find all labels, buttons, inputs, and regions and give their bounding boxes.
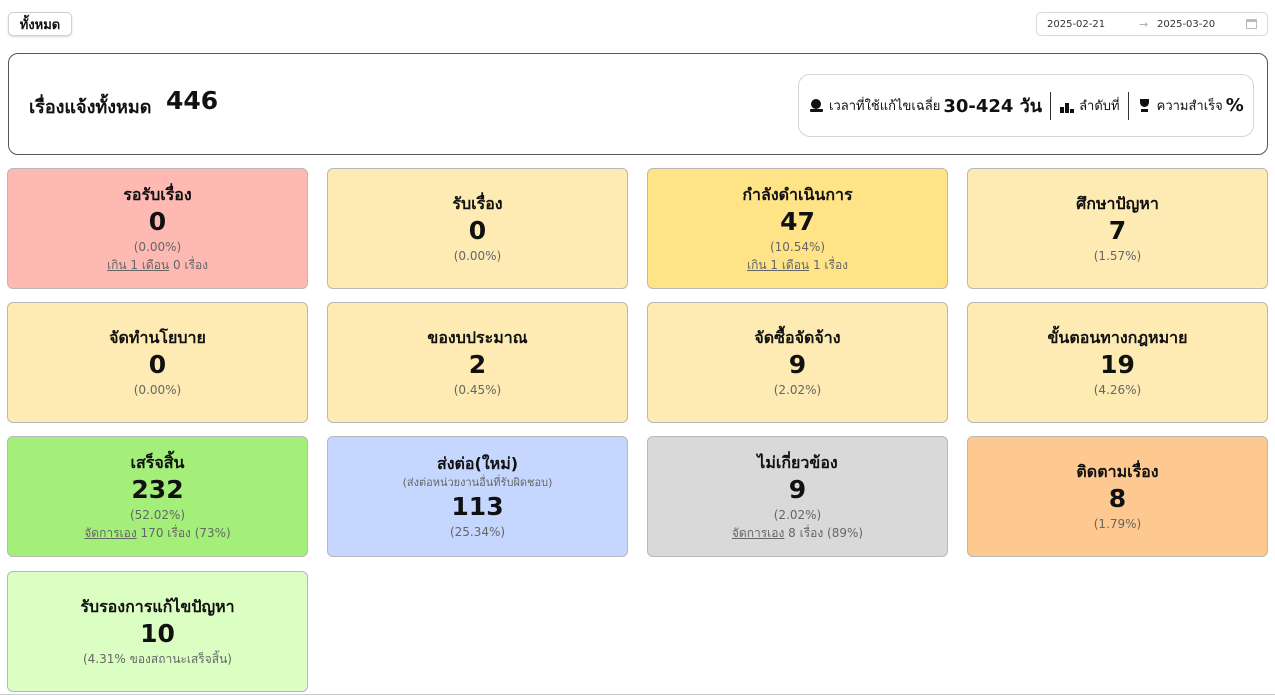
rank-label: ลำดับที่ [1079, 99, 1120, 114]
card-value: 0 [148, 349, 167, 379]
card-percent: (2.02%) [773, 507, 822, 522]
status-card-in-progress[interactable]: กำลังดำเนินการ 47 (10.54%) เกิน 1 เดือน … [647, 168, 948, 289]
status-card-budget[interactable]: ของบประมาณ 2 (0.45%) [327, 302, 628, 423]
card-self-handled: จัดการเอง 8 เรื่อง (89%) [732, 524, 863, 542]
card-title: จัดทำนโยบาย [109, 327, 206, 347]
card-title: รับเรื่อง [452, 193, 503, 213]
card-value: 10 [140, 618, 175, 648]
status-card-completed[interactable]: เสร็จสิ้น 232 (52.02%) จัดการเอง 170 เรื… [7, 436, 308, 557]
card-value: 0 [468, 215, 487, 245]
total-value: 446 [166, 86, 219, 115]
trophy-icon [1137, 98, 1153, 114]
card-title: ขั้นตอนทางกฎหมาย [1047, 327, 1188, 347]
avg-time-stat: เวลาที่ใช้แก้ไขเฉลี่ย 30-424 วัน [809, 91, 1042, 120]
card-value: 9 [788, 474, 807, 504]
card-title: กำลังดำเนินการ [742, 184, 853, 204]
overdue-count: 0 เรื่อง [172, 257, 209, 272]
status-card-irrelevant[interactable]: ไม่เกี่ยวข้อง 9 (2.02%) จัดการเอง 8 เรื่… [647, 436, 948, 557]
calendar-icon[interactable] [1246, 19, 1257, 29]
card-value: 47 [780, 206, 815, 236]
card-value: 0 [148, 206, 167, 236]
status-card-policy[interactable]: จัดทำนโยบาย 0 (0.00%) [7, 302, 308, 423]
date-range-picker[interactable]: 2025-02-21 → 2025-03-20 [1036, 12, 1268, 36]
card-overdue: เกิน 1 เดือน 1 เรื่อง [747, 256, 848, 274]
success-value: % [1225, 95, 1244, 116]
avg-time-value: 30-424 วัน [943, 96, 1043, 117]
self-handled-count: 8 เรื่อง (89%) [788, 525, 864, 540]
card-value: 8 [1108, 483, 1127, 513]
bottom-divider [0, 694, 1275, 695]
card-percent: (2.02%) [773, 382, 822, 397]
card-percent: (0.00%) [133, 382, 182, 397]
filter-all-label: ทั้งหมด [19, 17, 61, 33]
total-label: เรื่องแจ้งทั้งหมด [29, 97, 152, 118]
card-percent: (0.45%) [453, 382, 502, 397]
card-title: ศึกษาปัญหา [1076, 193, 1159, 213]
card-percent: (4.31% ของสถานะเสร็จสิ้น) [83, 651, 232, 666]
card-title: รับรองการแก้ไขปัญหา [80, 596, 235, 616]
card-value: 2 [468, 349, 487, 379]
self-handled-link[interactable]: จัดการเอง [84, 526, 136, 540]
overdue-link[interactable]: เกิน 1 เดือน [747, 258, 809, 272]
end-date[interactable]: 2025-03-20 [1157, 19, 1215, 30]
timer-icon [809, 98, 825, 114]
card-title: จัดซื้อจัดจ้าง [754, 327, 841, 347]
card-title: ติดตามเรื่อง [1076, 461, 1159, 481]
card-value: 9 [788, 349, 807, 379]
overdue-count: 1 เรื่อง [812, 257, 849, 272]
divider [1050, 91, 1052, 120]
filter-all-button[interactable]: ทั้งหมด [8, 12, 72, 36]
success-stat: ความสำเร็จ % [1137, 95, 1244, 116]
card-overdue: เกิน 1 เดือน 0 เรื่อง [107, 256, 208, 274]
stats-panel: เวลาที่ใช้แก้ไขเฉลี่ย 30-424 วัน ลำดับที… [798, 74, 1254, 137]
status-card-procurement[interactable]: จัดซื้อจัดจ้าง 9 (2.02%) [647, 302, 948, 423]
card-percent: (0.00%) [133, 239, 182, 254]
status-card-pending[interactable]: รอรับเรื่อง 0 (0.00%) เกิน 1 เดือน 0 เรื… [7, 168, 308, 289]
card-percent: (1.79%) [1093, 516, 1142, 531]
card-value: 113 [451, 491, 504, 521]
status-card-study[interactable]: ศึกษาปัญหา 7 (1.57%) [967, 168, 1268, 289]
card-percent: (52.02%) [129, 507, 186, 522]
card-percent: (1.57%) [1093, 248, 1142, 263]
status-card-follow-up[interactable]: ติดตามเรื่อง 8 (1.79%) [967, 436, 1268, 557]
rank-stat: ลำดับที่ [1059, 95, 1120, 116]
card-title: ส่งต่อ(ใหม่) [436, 453, 519, 473]
arrow-right-icon: → [1139, 17, 1149, 31]
card-title: ไม่เกี่ยวข้อง [757, 452, 838, 472]
status-card-resolution-certified[interactable]: รับรองการแก้ไขปัญหา 10 (4.31% ของสถานะเส… [7, 571, 308, 692]
avg-time-label: เวลาที่ใช้แก้ไขเฉลี่ย [829, 99, 941, 114]
overdue-link[interactable]: เกิน 1 เดือน [107, 258, 169, 272]
card-percent: (4.26%) [1093, 382, 1142, 397]
card-percent: (0.00%) [453, 248, 502, 263]
status-card-received[interactable]: รับเรื่อง 0 (0.00%) [327, 168, 628, 289]
card-title: ของบประมาณ [427, 327, 528, 347]
start-date[interactable]: 2025-02-21 [1047, 19, 1105, 30]
card-value: 232 [131, 474, 184, 504]
card-value: 7 [1108, 215, 1127, 245]
card-self-handled: จัดการเอง 170 เรื่อง (73%) [84, 524, 230, 542]
divider [1127, 91, 1129, 120]
card-percent: (25.34%) [449, 524, 506, 539]
card-subtitle: (ส่งต่อหน่วยงานอื่นที่รับผิดชอบ) [402, 475, 553, 489]
card-value: 19 [1100, 349, 1135, 379]
card-title: รอรับเรื่อง [123, 184, 192, 204]
card-percent: (10.54%) [769, 239, 826, 254]
self-handled-link[interactable]: จัดการเอง [732, 526, 784, 540]
self-handled-count: 170 เรื่อง (73%) [140, 525, 231, 540]
status-card-legal[interactable]: ขั้นตอนทางกฎหมาย 19 (4.26%) [967, 302, 1268, 423]
summary-panel: เรื่องแจ้งทั้งหมด 446 เวลาที่ใช้แก้ไขเฉล… [8, 53, 1268, 155]
success-label: ความสำเร็จ [1156, 99, 1223, 114]
status-card-forwarded[interactable]: ส่งต่อ(ใหม่) (ส่งต่อหน่วยงานอื่นที่รับผิ… [327, 436, 628, 557]
card-title: เสร็จสิ้น [130, 452, 185, 472]
podium-icon [1059, 98, 1075, 114]
